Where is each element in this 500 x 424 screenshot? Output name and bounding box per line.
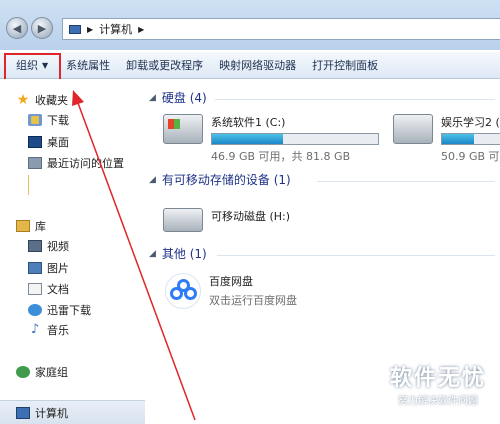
title-address-area: ◀ ▶ ▶ 计算机 ▶	[0, 0, 500, 50]
homegroup-icon	[16, 366, 30, 378]
address-chevron-2[interactable]: ▶	[138, 25, 144, 34]
forward-button[interactable]: ▶	[31, 17, 53, 39]
usage-bar	[441, 133, 500, 145]
music-icon: ♪	[30, 322, 40, 337]
group-header-removable[interactable]: ◢ 有可移动存储的设备 (1)	[149, 171, 291, 188]
group-title: 硬盘 (4)	[161, 91, 207, 105]
computer-icon	[69, 24, 81, 34]
sidebar-item-label: 家庭组	[35, 366, 68, 379]
collapse-triangle-icon: ◢	[149, 248, 156, 259]
sidebar-computer-content: 计算机	[16, 405, 68, 421]
sidebar-item-desktop[interactable]: 桌面	[28, 134, 69, 150]
document-icon	[28, 283, 42, 295]
watermark: 软件无忧 努力解决软件问题	[376, 360, 500, 410]
address-path[interactable]: 计算机	[99, 21, 132, 37]
usage-fill	[442, 134, 474, 144]
group-divider	[215, 99, 495, 100]
watermark-title: 软件无忧	[389, 366, 486, 391]
sidebar-item-thunder[interactable]: 迅雷下载	[28, 302, 91, 318]
dropdown-arrow-icon: ▼	[42, 60, 49, 70]
sidebar-item-videos[interactable]: 视频	[28, 238, 69, 254]
sidebar-item-label: 迅雷下载	[47, 304, 91, 317]
group-divider	[217, 255, 495, 256]
sidebar-item-label: 视频	[47, 240, 69, 253]
sidebar-item-label: 库	[35, 220, 46, 233]
video-icon	[28, 240, 42, 252]
collapse-triangle-icon: ◢	[149, 92, 156, 103]
removable-disk-icon	[163, 208, 203, 232]
picture-icon	[28, 262, 42, 274]
organize-label: 组织	[16, 59, 38, 72]
group-title: 有可移动存储的设备 (1)	[161, 173, 291, 187]
drive-info: 46.9 GB 可用，共 81.8 GB	[211, 150, 351, 163]
group-header-other[interactable]: ◢ 其他 (1)	[149, 245, 207, 262]
sidebar-item-label: 图片	[47, 262, 69, 275]
map-network-drive-button[interactable]: 映射网络驱动器	[211, 54, 304, 76]
usage-fill	[212, 134, 284, 144]
usage-bar	[211, 133, 379, 145]
sidebar-item-label: 文档	[47, 283, 69, 296]
address-chevron[interactable]: ▶	[87, 25, 93, 34]
hard-drive-icon	[393, 114, 433, 144]
sidebar-item-label: 下载	[47, 114, 69, 127]
sidebar-item-favorites[interactable]: ★ 收藏夹	[16, 92, 68, 108]
sidebar-item-blank[interactable]	[28, 175, 105, 195]
back-arrow-icon: ◀	[12, 21, 22, 35]
drive-name: 可移动磁盘 (H:)	[211, 210, 291, 223]
hard-drive-icon	[163, 114, 203, 144]
forward-arrow-icon: ▶	[37, 21, 47, 35]
organize-button[interactable]: 组织 ▼	[8, 54, 56, 76]
system-properties-button[interactable]: 系统属性	[58, 54, 118, 76]
star-icon: ★	[16, 92, 30, 108]
computer-icon	[16, 407, 30, 419]
drive-name: 系统软件1 (C:)	[211, 116, 286, 129]
group-divider	[317, 181, 495, 182]
item-description: 双击运行百度网盘	[209, 294, 297, 307]
drive-d[interactable]: 娱乐学习2 (D 50.9 GB 可用	[393, 114, 500, 164]
sidebar-item-label: 音乐	[47, 324, 69, 337]
sidebar-item-pictures[interactable]: 图片	[28, 260, 69, 276]
toolbar: 组织 ▼ 系统属性 卸载或更改程序 映射网络驱动器 打开控制面板	[0, 52, 500, 79]
collapse-triangle-icon: ◢	[149, 174, 156, 185]
library-icon	[16, 220, 30, 232]
sidebar-item-label: 最近访问的位置	[47, 157, 124, 170]
sidebar-item-label: 收藏夹	[35, 94, 68, 107]
sidebar-item-homegroup[interactable]: 家庭组	[16, 364, 68, 380]
sidebar-item-music[interactable]: ♪ 音乐	[28, 322, 69, 338]
navigation-pane: ★ 收藏夹 下载 桌面 最近访问的位置 库 视频 图片 文档 迅雷下载 ♪ 音乐…	[0, 79, 145, 424]
drive-info: 50.9 GB 可用	[441, 150, 500, 163]
group-header-hdd[interactable]: ◢ 硬盘 (4)	[149, 89, 207, 106]
sidebar-item-documents[interactable]: 文档	[28, 281, 69, 297]
thunder-download-icon	[28, 304, 42, 316]
item-name: 百度网盘	[209, 275, 253, 288]
open-control-panel-button[interactable]: 打开控制面板	[304, 54, 386, 76]
watermark-subtitle: 努力解决软件问题	[398, 396, 478, 407]
sidebar-item-label: 桌面	[47, 136, 69, 149]
downloads-folder-icon	[28, 114, 42, 126]
recent-places-icon	[28, 157, 42, 169]
sidebar-item-downloads[interactable]: 下载	[28, 112, 69, 128]
desktop-icon	[28, 136, 42, 148]
removable-drive-h[interactable]: 可移动磁盘 (H:)	[163, 204, 290, 232]
baidu-netdisk-icon	[165, 273, 201, 309]
group-title: 其他 (1)	[161, 247, 207, 261]
sidebar-item-recent[interactable]: 最近访问的位置	[28, 155, 124, 171]
sidebar-item-libraries[interactable]: 库	[16, 218, 46, 234]
drive-c[interactable]: 系统软件1 (C:) 46.9 GB 可用，共 81.8 GB	[163, 114, 379, 164]
baidu-netdisk-item[interactable]: 百度网盘 双击运行百度网盘	[165, 273, 297, 309]
sidebar-item-label: 计算机	[35, 407, 68, 420]
sidebar-item-computer[interactable]: 计算机	[0, 400, 145, 424]
back-button[interactable]: ◀	[6, 17, 28, 39]
drive-name: 娱乐学习2 (D	[441, 116, 500, 129]
uninstall-program-button[interactable]: 卸载或更改程序	[118, 54, 211, 76]
address-bar[interactable]: ▶ 计算机 ▶	[62, 18, 500, 40]
